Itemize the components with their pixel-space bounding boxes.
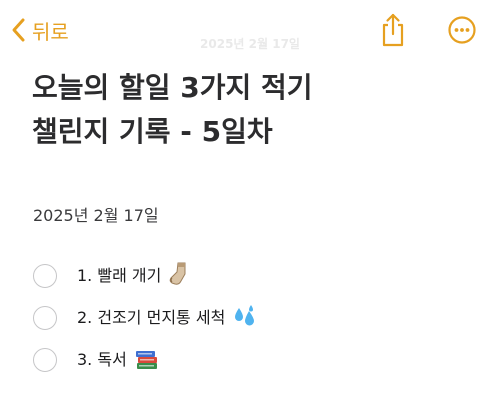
- checklist-item-text: 1. 빨래 개기: [77, 265, 162, 285]
- sock-emoji-icon: [169, 262, 191, 290]
- checklist-item-text: 2. 건조기 먼지통 세척: [77, 307, 226, 327]
- checklist-item: 3. 독서: [33, 346, 257, 374]
- note-title[interactable]: 오늘의 할일 3가지 적기 챌린지 기록 - 5일차: [32, 66, 472, 154]
- navigation-bar: 뒤로 2025년 2월 17일: [0, 0, 500, 60]
- checkbox-circle[interactable]: [33, 264, 57, 288]
- checklist-item: 1. 빨래 개기: [33, 262, 257, 290]
- share-icon: [382, 13, 404, 47]
- ellipsis-circle-icon: [448, 16, 476, 44]
- note-title-line-1: 오늘의 할일 3가지 적기: [32, 71, 313, 104]
- note-title-line-2: 챌린지 기록 - 5일차: [32, 115, 273, 148]
- nav-title: 2025년 2월 17일: [200, 37, 300, 51]
- checklist-item-label[interactable]: 3. 독서: [77, 346, 159, 374]
- note-date[interactable]: 2025년 2월 17일: [33, 202, 159, 226]
- checkbox-circle[interactable]: [33, 348, 57, 372]
- checklist-item: 2. 건조기 먼지통 세척: [33, 304, 257, 332]
- sweat-droplets-icon: [233, 304, 257, 332]
- share-button[interactable]: [378, 12, 408, 48]
- checklist: 1. 빨래 개기 2. 건조기 먼지통 세척 3. 독서: [33, 262, 257, 388]
- checklist-item-label[interactable]: 1. 빨래 개기: [77, 262, 191, 291]
- more-options-button[interactable]: [447, 15, 477, 45]
- checklist-item-label[interactable]: 2. 건조기 먼지통 세척: [77, 304, 257, 333]
- books-icon: [135, 348, 159, 374]
- checklist-item-text: 3. 독서: [77, 350, 127, 370]
- checkbox-circle[interactable]: [33, 306, 57, 330]
